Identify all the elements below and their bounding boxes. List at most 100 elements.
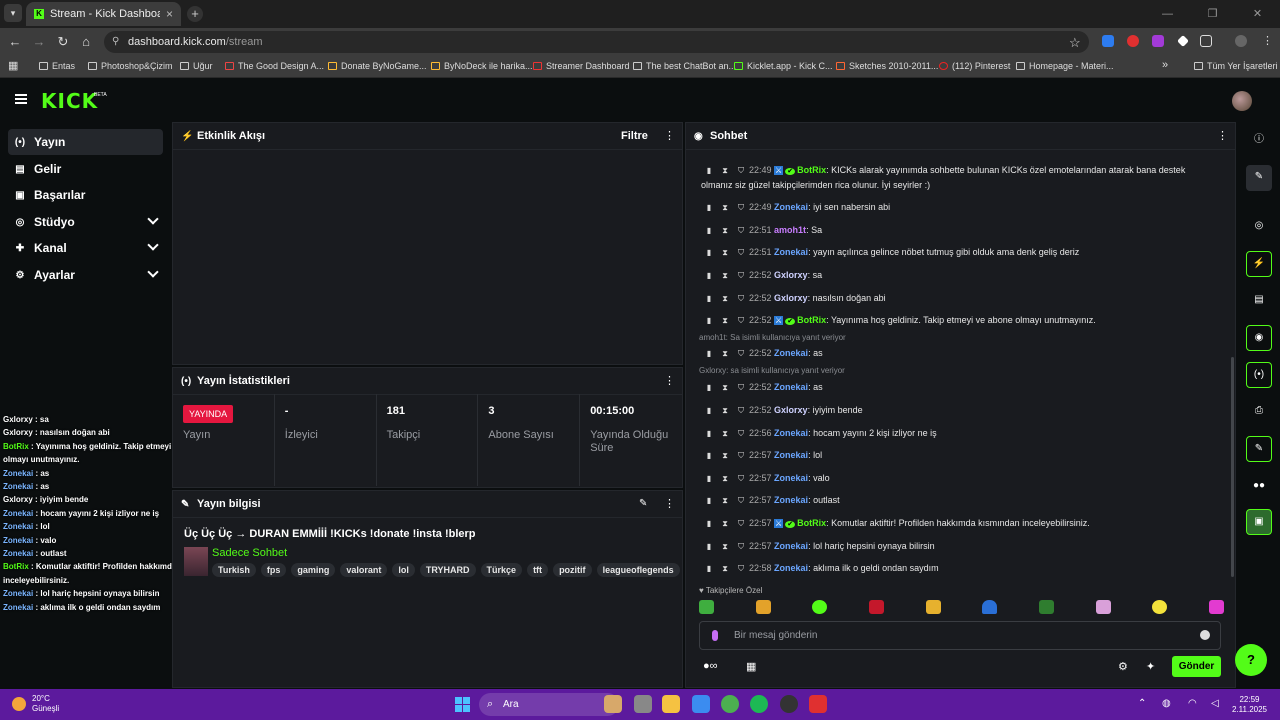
shield-icon[interactable]: ⛉ [733, 246, 749, 260]
shield-icon[interactable]: ⛉ [733, 269, 749, 283]
studio-icon[interactable]: ◎ [1246, 214, 1272, 240]
home-icon[interactable]: ⌂ [78, 34, 94, 50]
chat-message[interactable]: ▮ ⧗ ⛉ 22:52 Zonekai: as [701, 347, 1201, 361]
trash-icon[interactable]: ▮ [701, 224, 717, 238]
timeout-icon[interactable]: ⧗ [717, 562, 733, 576]
bookmark-item[interactable]: The best ChatBot an... [633, 61, 736, 71]
emote-icon[interactable] [1095, 600, 1111, 614]
extensions-puzzle-icon[interactable] [1200, 35, 1212, 47]
bookmark-item[interactable]: (112) Pinterest [939, 61, 1010, 71]
shield-icon[interactable]: ⛉ [733, 201, 749, 215]
chat-message[interactable]: ▮ ⧗ ⛉ 22:52 ⚔ ✔ BotRix: Yayınıma hoş geldiniz… [701, 314, 1201, 329]
trash-icon[interactable]: ▮ [701, 314, 717, 328]
emote-icon[interactable] [812, 600, 828, 614]
chat-username[interactable]: BotRix [797, 315, 826, 325]
emote-icon[interactable] [1152, 600, 1168, 614]
minimize-icon[interactable]: — [1145, 0, 1190, 28]
info-icon[interactable]: ⓘ [1246, 128, 1272, 154]
trash-icon[interactable]: ▮ [701, 201, 717, 215]
chat-message[interactable]: ▮ ⧗ ⛉ 22:51 Zonekai: yayın açılınca gelince… [701, 246, 1201, 260]
bookmark-item[interactable]: Entas [39, 61, 75, 71]
wifi-icon[interactable]: ◠ [1188, 698, 1197, 709]
trash-icon[interactable]: ▮ [701, 246, 717, 260]
chat-bubble-icon[interactable]: ◉ [1246, 325, 1272, 351]
timeout-icon[interactable]: ⧗ [717, 224, 733, 238]
emote-icon[interactable] [699, 600, 714, 614]
trash-icon[interactable]: ▮ [701, 517, 717, 531]
maximize-icon[interactable]: ❐ [1190, 0, 1235, 28]
bookmark-item[interactable]: Kicklet.app - Kick C... [734, 61, 833, 71]
bookmark-item[interactable]: The Good Design A... [225, 61, 324, 71]
trash-icon[interactable]: ▮ [701, 562, 717, 576]
extension-icon[interactable] [1102, 35, 1114, 47]
chat-username[interactable]: amoh1t [774, 225, 806, 235]
widget-icon[interactable] [604, 695, 622, 713]
trash-icon[interactable]: ▮ [701, 494, 717, 508]
print-icon[interactable]: ⎙ [1246, 399, 1272, 425]
trash-icon[interactable]: ▮ [701, 292, 717, 306]
apps-grid-icon[interactable]: ▦ [8, 59, 18, 72]
trash-icon[interactable]: ▮ [701, 381, 717, 395]
document-icon[interactable]: ▤ [1246, 288, 1272, 314]
chat-message[interactable]: ▮ ⧗ ⛉ 22:49 ⚔ ✔ BotRix: KICKs alarak yayınımd… [701, 164, 1201, 192]
chat-username[interactable]: Zonekai [774, 563, 808, 573]
shield-icon[interactable]: ⛉ [733, 494, 749, 508]
chevron-down-icon[interactable] [147, 266, 159, 278]
avatar[interactable] [1232, 91, 1252, 111]
lightning-icon[interactable]: ⚡ [1246, 251, 1272, 277]
spotify-icon[interactable] [750, 695, 768, 713]
edit-pencil-icon[interactable]: ✎ [1246, 165, 1272, 191]
timeout-icon[interactable]: ⧗ [717, 517, 733, 531]
kicks-icon[interactable]: ●∞ [703, 660, 718, 672]
browser-tab[interactable]: K Stream - Kick Dashboard × [26, 2, 181, 26]
chat-username[interactable]: Gxlorxy [774, 293, 808, 303]
chat-username[interactable]: Zonekai [774, 473, 808, 483]
sidebar-item-basarilar[interactable]: ▣ Başarılar [8, 182, 163, 208]
hamburger-menu-icon[interactable] [15, 94, 27, 104]
network-icon[interactable]: ◍ [1162, 698, 1171, 709]
stream-tag[interactable]: Turkish [212, 563, 256, 577]
chat-message[interactable]: ▮ ⧗ ⛉ 22:57 ⚔ ✔ BotRix: Komutlar aktiftir! Pr… [701, 517, 1201, 532]
chat-message[interactable]: ▮ ⧗ ⛉ 22:58 Zonekai: aklıma ilk o geldi ond… [701, 562, 1201, 576]
shield-icon[interactable]: ⛉ [733, 427, 749, 441]
emoji-picker-icon[interactable] [1200, 630, 1210, 640]
send-button[interactable]: Gönder [1172, 656, 1221, 677]
stream-tag[interactable]: TRYHARD [419, 563, 476, 577]
all-bookmarks[interactable]: Tüm Yer İşaretleri [1194, 61, 1278, 71]
app-icon[interactable] [809, 695, 827, 713]
volume-icon[interactable]: ◁ [1211, 698, 1219, 709]
broadcast-icon[interactable]: (•) [1246, 362, 1272, 388]
emote-icon[interactable] [1038, 600, 1054, 614]
trash-icon[interactable]: ▮ [701, 269, 717, 283]
chat-message[interactable]: ▮ ⧗ ⛉ 22:57 Zonekai: lol hariç hepsini oyna… [701, 540, 1201, 554]
stream-tag[interactable]: leagueoflegends [596, 563, 680, 577]
stream-tag[interactable]: tft [527, 563, 549, 577]
tab-search-button[interactable]: ▾ [4, 4, 22, 22]
emote-icon[interactable] [755, 600, 771, 614]
microphone-icon[interactable] [712, 630, 718, 641]
bookmark-item[interactable]: Streamer Dashboard [533, 61, 630, 71]
chat-username[interactable]: Zonekai [774, 541, 808, 551]
stream-tag[interactable]: pozitif [553, 563, 592, 577]
sidebar-item-ayarlar[interactable]: ⚙ Ayarlar [8, 262, 163, 288]
chat-username[interactable]: BotRix [797, 518, 826, 528]
chat-username[interactable]: Zonekai [774, 428, 808, 438]
trash-icon[interactable]: ▮ [701, 472, 717, 486]
bookmark-item[interactable]: Donate ByNoGame... [328, 61, 427, 71]
new-tab-button[interactable]: + [187, 6, 203, 22]
chat-username[interactable]: Gxlorxy [774, 270, 808, 280]
emote-icon[interactable] [982, 600, 998, 614]
emote-menu-icon[interactable]: ✦ [1146, 660, 1155, 673]
sidebar-item-yayin[interactable]: (•) Yayın [8, 129, 163, 155]
shield-icon[interactable]: ⛉ [733, 314, 749, 328]
shield-icon[interactable]: ⛉ [733, 292, 749, 306]
chat-username[interactable]: Gxlorxy [774, 405, 808, 415]
chevron-down-icon[interactable] [147, 239, 159, 251]
chat-username[interactable]: Zonekai [774, 202, 808, 212]
chat-username[interactable]: Zonekai [774, 348, 808, 358]
timeout-icon[interactable]: ⧗ [717, 164, 733, 178]
forward-icon[interactable]: → [31, 34, 47, 50]
sidebar-item-studyo[interactable]: ◎ Stüdyo [8, 209, 163, 235]
timeout-icon[interactable]: ⧗ [717, 314, 733, 328]
timeout-icon[interactable]: ⧗ [717, 246, 733, 260]
